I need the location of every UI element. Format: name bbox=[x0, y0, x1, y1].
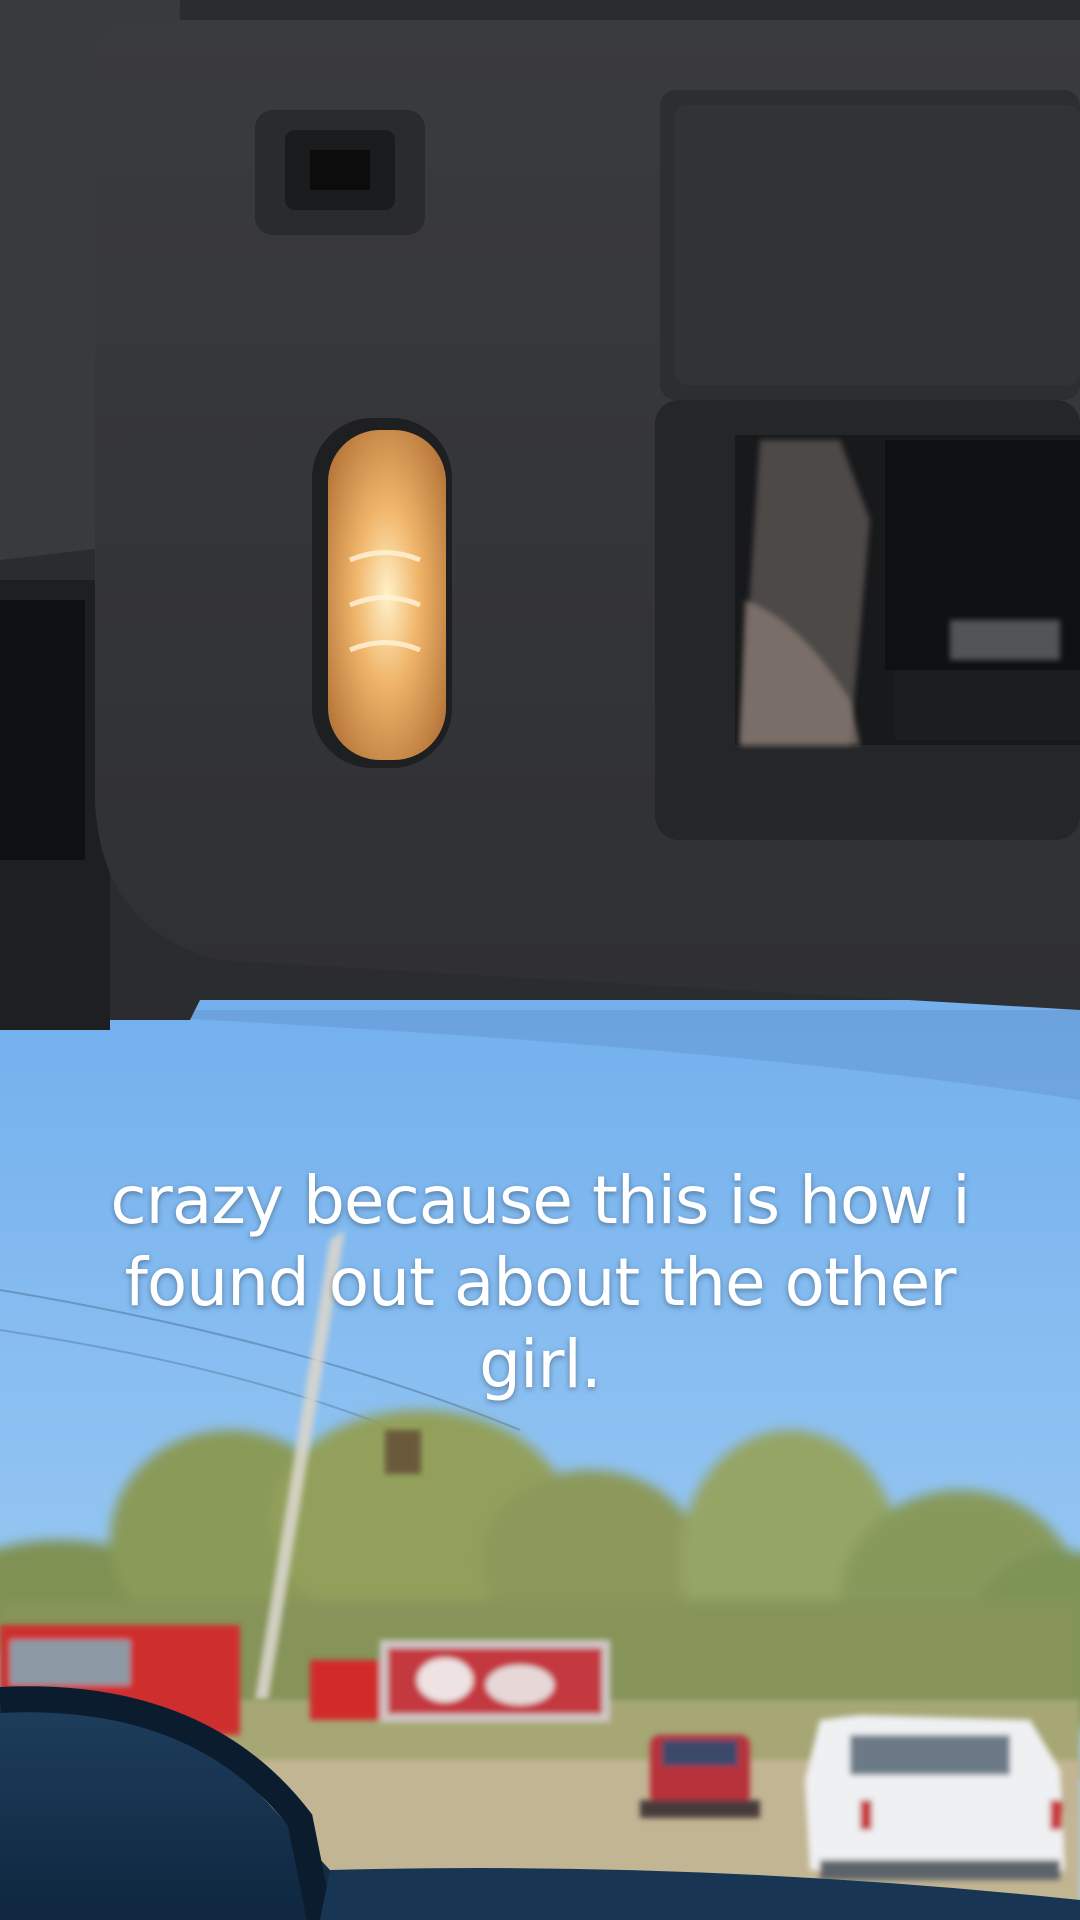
red-car bbox=[640, 1735, 760, 1818]
scene-photo bbox=[0, 0, 1080, 1920]
visor-clip bbox=[255, 110, 425, 235]
traffic-light bbox=[385, 1430, 421, 1474]
video-frame: crazy because this is how i found out ab… bbox=[0, 0, 1080, 1920]
white-pickup bbox=[805, 1715, 1065, 1880]
vanity-light bbox=[312, 418, 452, 768]
vanity-mirror bbox=[735, 435, 1080, 745]
